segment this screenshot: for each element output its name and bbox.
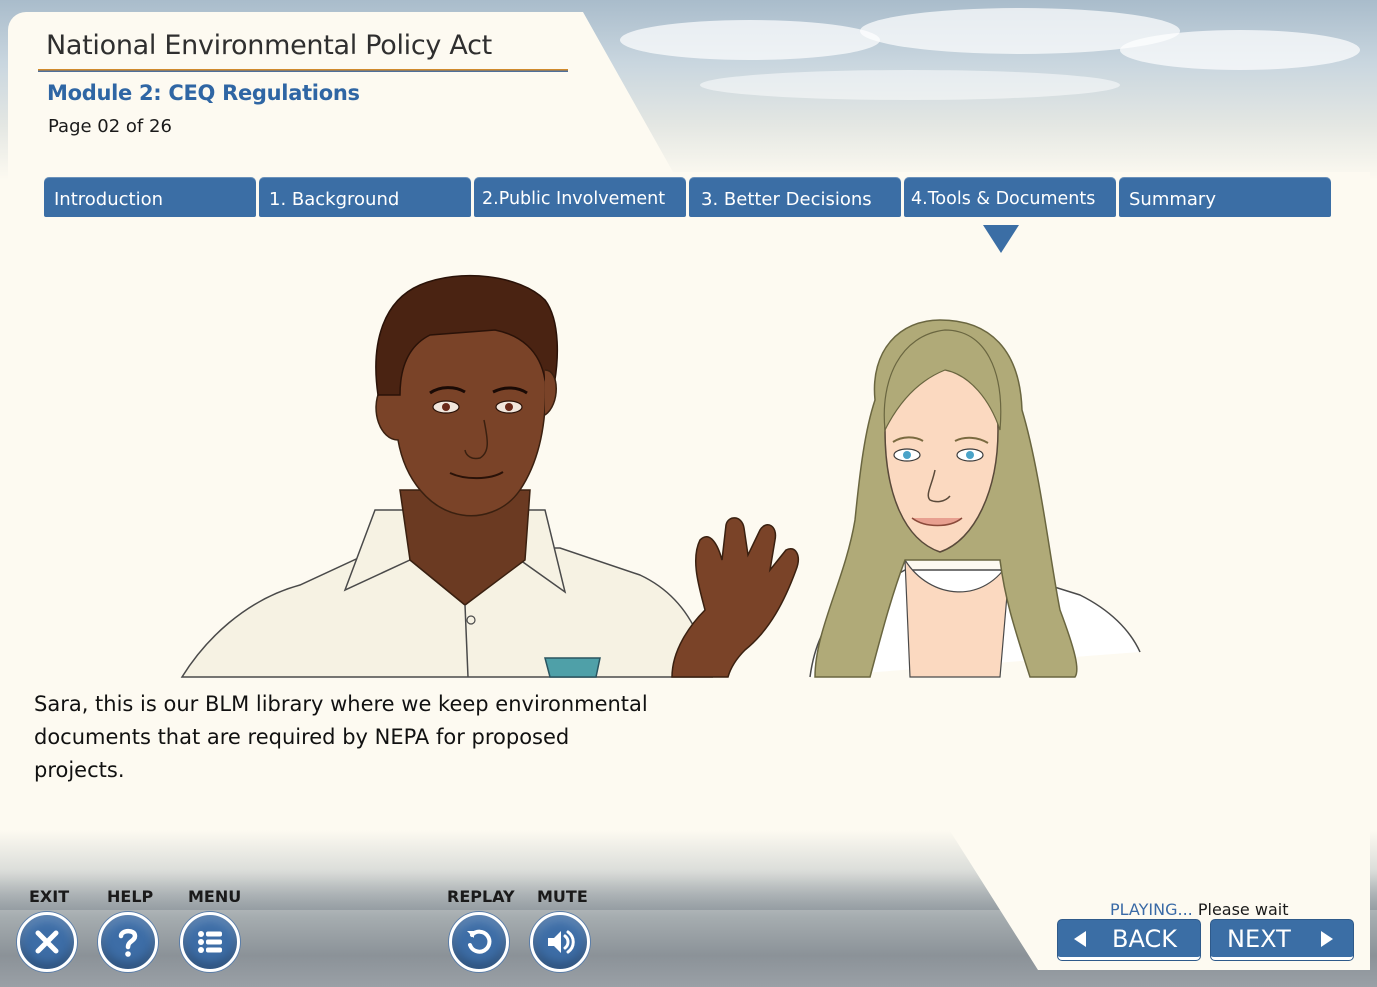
tab-background[interactable]: 1. Background (259, 177, 471, 217)
dialogue-caption: Sara, this is our BLM library where we k… (34, 692, 648, 782)
module-title: Module 2: CEQ Regulations (47, 81, 360, 105)
speaker-icon (548, 930, 575, 954)
playing-status: PLAYING... (1110, 900, 1193, 919)
replay-icon (467, 929, 492, 954)
page-indicator: Page 02 of 26 (48, 116, 172, 137)
menu-label: MENU (188, 887, 242, 906)
female-character (809, 319, 1141, 678)
male-character (180, 275, 799, 678)
tab-introduction[interactable]: Introduction (44, 177, 256, 217)
question-mark-icon (118, 928, 138, 957)
help-label: HELP (107, 887, 154, 906)
list-menu-icon (198, 931, 222, 953)
mute-label: MUTE (537, 887, 588, 906)
character-illustration (180, 275, 1141, 678)
tab-better-decisions[interactable]: 3. Better Decisions (689, 177, 901, 217)
course-title: National Environmental Policy Act (46, 30, 492, 61)
tab-public-involvement[interactable]: 2.Public Involvement (474, 177, 686, 217)
replay-label: REPLAY (447, 887, 515, 906)
close-icon (35, 930, 59, 954)
help-button[interactable] (98, 912, 158, 972)
playback-status: PLAYING... Please wait (1110, 900, 1288, 919)
back-label: BACK (1112, 924, 1177, 953)
mute-button[interactable] (530, 912, 590, 972)
title-divider (38, 69, 568, 72)
tab-summary[interactable]: Summary (1119, 177, 1331, 217)
exit-label: EXIT (29, 887, 70, 906)
active-tab-indicator (983, 225, 1019, 253)
next-label: NEXT (1227, 924, 1291, 953)
next-button[interactable]: NEXT (1211, 920, 1353, 960)
back-button[interactable]: BACK (1058, 920, 1200, 960)
exit-button[interactable] (17, 912, 77, 972)
tab-tools-documents[interactable]: 4.Tools & Documents (904, 177, 1116, 217)
wait-status: Please wait (1197, 900, 1289, 919)
menu-button[interactable] (180, 912, 240, 972)
arrow-right-icon (1320, 930, 1333, 947)
replay-button[interactable] (449, 912, 509, 972)
arrow-left-icon (1074, 930, 1086, 947)
